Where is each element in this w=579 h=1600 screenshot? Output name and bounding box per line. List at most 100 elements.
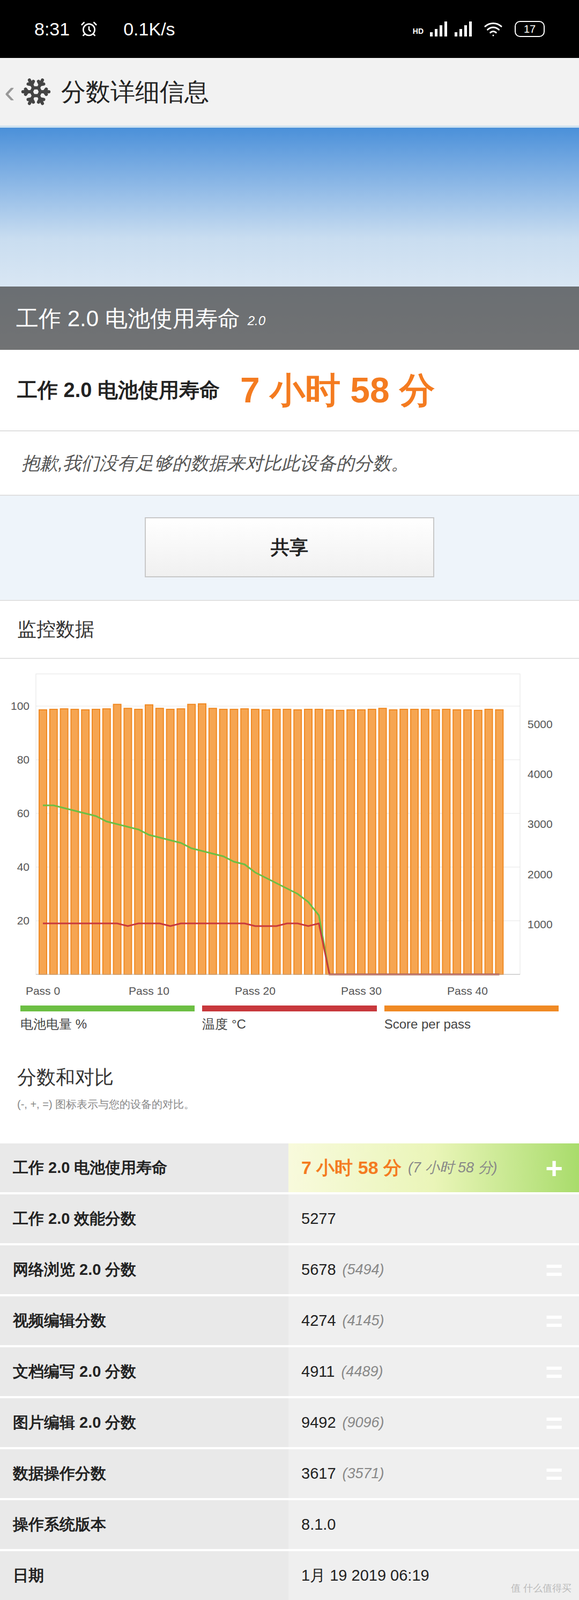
- back-button[interactable]: ‹: [4, 75, 16, 108]
- result-label: 工作 2.0 电池使用寿命: [17, 374, 220, 406]
- score-value: 9492: [301, 1409, 337, 1434]
- compare-sign: +: [545, 1152, 567, 1183]
- score-value-cell: 4274(4145) =: [288, 1295, 579, 1345]
- score-label: 图片编辑 2.0 分数: [0, 1397, 289, 1446]
- svg-text:80: 80: [17, 752, 30, 766]
- score-value: 4274: [301, 1308, 337, 1332]
- score-row: 日期 1月 19 2019 06:19: [0, 1547, 579, 1599]
- chart-legend: 电池电量 %温度 °CScore per pass: [0, 1004, 579, 1034]
- score-row: 数据操作分数 3617(3571) =: [0, 1445, 579, 1497]
- hero-banner: 工作 2.0 电池使用寿命 2.0: [0, 127, 579, 350]
- score-value: 5277: [301, 1206, 337, 1230]
- score-label: 日期: [0, 1549, 289, 1599]
- score-value: 7 小时 58 分: [301, 1153, 402, 1181]
- score-label: 操作系统版本: [0, 1498, 289, 1548]
- score-value-cell: 7 小时 58 分(7 小时 58 分) +: [288, 1142, 579, 1192]
- notice: 抱歉,我们没有足够的数据来对比此设备的分数。: [0, 431, 579, 496]
- svg-text:Pass 20: Pass 20: [234, 983, 276, 997]
- header-title: 分数详细信息: [61, 73, 210, 111]
- svg-text:Pass 30: Pass 30: [340, 983, 382, 997]
- score-value: 8.1.0: [301, 1511, 337, 1536]
- legend-item: 温度 °C: [202, 1004, 377, 1034]
- monitor-header: 监控数据: [0, 599, 579, 659]
- score-row: 图片编辑 2.0 分数 9492(9096) =: [0, 1394, 579, 1446]
- comparison-subtitle: (-, +, =) 图标表示与您的设备的对比。: [17, 1095, 562, 1112]
- svg-text:5000: 5000: [527, 717, 553, 730]
- comparison-title: 分数和对比: [17, 1062, 562, 1091]
- app: 8:310.1K/sHD17‹分数详细信息工作 2.0 电池使用寿命2.0工作 …: [0, 0, 579, 1599]
- score-row: 工作 2.0 效能分数 5277: [0, 1191, 579, 1243]
- wifi-icon: [483, 19, 503, 39]
- legend-swatch: [202, 1004, 377, 1011]
- svg-text:Pass 40: Pass 40: [447, 983, 488, 997]
- svg-text:4000: 4000: [527, 767, 553, 780]
- hero-caption: 工作 2.0 电池使用寿命 2.0: [0, 286, 579, 350]
- score-value: 5678: [301, 1257, 337, 1281]
- comparison-heading: 分数和对比 (-, +, =) 图标表示与您的设备的对比。: [0, 1033, 579, 1141]
- score-value-cell: 4911(4489) =: [288, 1346, 579, 1395]
- score-value: 1月 19 2019 06:19: [301, 1562, 430, 1587]
- compare-sign: =: [545, 1406, 567, 1437]
- score-compare: (9096): [342, 1410, 385, 1433]
- share-area: 共享: [0, 495, 579, 600]
- score-label: 工作 2.0 电池使用寿命: [0, 1142, 289, 1192]
- svg-text:60: 60: [17, 806, 30, 819]
- hero-version: 2.0: [247, 310, 266, 331]
- header: ‹ 分数详细信息: [0, 57, 579, 128]
- network-label: HD: [412, 25, 424, 37]
- status-bar: 8:31 0.1K/s HD 17: [0, 0, 579, 58]
- score-label: 文档编写 2.0 分数: [0, 1346, 289, 1395]
- compare-sign: =: [545, 1457, 567, 1488]
- compare-sign: =: [545, 1253, 567, 1284]
- status-time: 8:31: [34, 15, 70, 43]
- snowflake-icon: [20, 76, 52, 108]
- result-value: 7 小时 58 分: [240, 363, 435, 417]
- score-row: 视频编辑分数 4274(4145) =: [0, 1293, 579, 1345]
- score-compare: (3571): [342, 1461, 385, 1484]
- score-compare: (7 小时 58 分): [407, 1155, 498, 1178]
- signal-icon: [454, 21, 473, 37]
- score-value-cell: 8.1.0: [288, 1498, 579, 1548]
- battery-icon: 17: [514, 20, 545, 37]
- score-label: 网络浏览 2.0 分数: [0, 1244, 289, 1294]
- score-value-cell: 3617(3571) =: [288, 1448, 579, 1497]
- svg-text:Pass 10: Pass 10: [128, 983, 170, 997]
- score-value-cell: 9492(9096) =: [288, 1397, 579, 1446]
- result-row: 工作 2.0 电池使用寿命 7 小时 58 分: [0, 349, 579, 432]
- score-label: 视频编辑分数: [0, 1295, 289, 1345]
- legend-swatch: [20, 1004, 195, 1011]
- svg-text:1000: 1000: [527, 917, 553, 930]
- score-label: 数据操作分数: [0, 1448, 289, 1497]
- score-label: 工作 2.0 效能分数: [0, 1193, 289, 1243]
- score-value-cell: 5277: [288, 1193, 579, 1243]
- svg-text:100: 100: [10, 699, 30, 712]
- alarm-icon: [80, 20, 98, 38]
- score-value-cell: 5678(5494) =: [288, 1244, 579, 1294]
- svg-text:3000: 3000: [527, 817, 553, 830]
- score-row: 文档编写 2.0 分数 4911(4489) =: [0, 1344, 579, 1395]
- score-row: 操作系统版本 8.1.0: [0, 1496, 579, 1548]
- score-compare: (5494): [342, 1257, 385, 1280]
- score-compare: (4489): [340, 1359, 383, 1382]
- score-row: 网络浏览 2.0 分数 5678(5494) =: [0, 1242, 579, 1294]
- compare-sign: =: [545, 1355, 567, 1386]
- svg-text:2000: 2000: [527, 867, 553, 880]
- score-table: 工作 2.0 电池使用寿命7 小时 58 分(7 小时 58 分)+工作 2.0…: [0, 1140, 579, 1599]
- legend-item: Score per pass: [384, 1004, 559, 1034]
- monitor-chart: 100 80 60 40 20 5000 4000 3000 2000 1000 Pass 0 Pas…: [0, 658, 579, 1002]
- share-button[interactable]: 共享: [144, 516, 435, 577]
- svg-text:20: 20: [17, 913, 30, 926]
- watermark: 值 什么值得买: [510, 1579, 572, 1595]
- legend-swatch: [384, 1004, 559, 1011]
- status-speed: 0.1K/s: [123, 15, 175, 43]
- score-value: 3617: [301, 1460, 337, 1485]
- score-row: 工作 2.0 电池使用寿命 7 小时 58 分(7 小时 58 分) +: [0, 1140, 579, 1192]
- score-value: 4911: [301, 1359, 335, 1383]
- score-compare: (4145): [342, 1308, 385, 1331]
- legend-item: 电池电量 %: [20, 1004, 195, 1034]
- hero-title: 工作 2.0 电池使用寿命: [16, 301, 241, 336]
- signal-icon: [429, 21, 449, 37]
- compare-sign: =: [545, 1304, 567, 1335]
- svg-text:40: 40: [17, 859, 30, 873]
- svg-text:Pass 0: Pass 0: [25, 983, 61, 997]
